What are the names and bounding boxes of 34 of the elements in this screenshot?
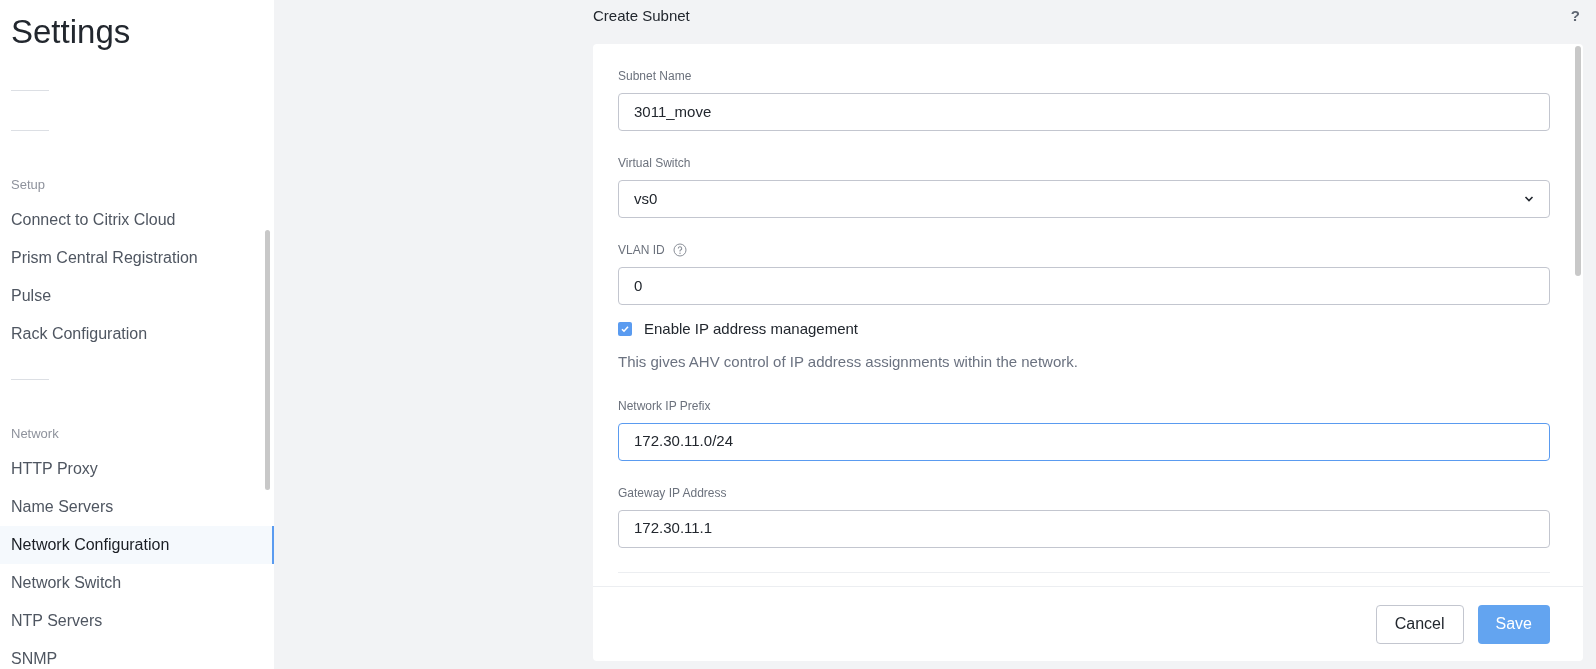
dialog-title: Create Subnet xyxy=(593,5,690,26)
sidebar-item[interactable]: Prism Central Registration xyxy=(0,239,274,277)
sidebar-item[interactable]: Name Servers xyxy=(0,488,274,526)
sidebar-item[interactable]: Connect to Citrix Cloud xyxy=(0,201,274,239)
checkbox[interactable] xyxy=(618,322,632,336)
field-label: Network IP Prefix xyxy=(618,397,711,415)
chevron-down-icon xyxy=(1524,196,1534,202)
scrollbar[interactable] xyxy=(1575,46,1581,276)
input-field[interactable]: 0 xyxy=(618,267,1550,305)
input-field[interactable]: 172.30.11.0/24 xyxy=(618,422,1550,461)
sidebar-item[interactable]: HTTP Proxy xyxy=(0,450,274,488)
section-heading: Setup xyxy=(10,176,46,193)
checkbox-label: Enable IP address management xyxy=(644,318,859,339)
sidebar-item[interactable]: NTP Servers xyxy=(0,602,274,640)
check-icon xyxy=(620,324,630,334)
select-field[interactable]: vs0 xyxy=(618,180,1550,218)
sidebar-item[interactable]: Rack Configuration xyxy=(0,315,274,353)
cancel-button[interactable]: Cancel xyxy=(1375,604,1464,644)
scrollbar[interactable] xyxy=(265,230,270,490)
sidebar-item[interactable]: Network Switch xyxy=(0,564,274,602)
sidebar-title: Settings xyxy=(10,12,132,52)
sidebar-item[interactable]: SNMP xyxy=(0,640,274,669)
field-label: Subnet Name xyxy=(618,68,692,85)
input-field[interactable]: 172.30.11.1 xyxy=(618,509,1550,548)
sidebar-item[interactable]: Pulse xyxy=(0,277,274,315)
field-label: VLAN ID xyxy=(618,242,665,259)
sidebar-item[interactable]: Network Configuration xyxy=(0,526,274,564)
field-label: Gateway IP Address xyxy=(618,484,727,502)
field-description: This gives AHV control of IP address assignments within the network. xyxy=(618,352,1079,372)
section-heading: Network xyxy=(10,425,60,442)
help-icon[interactable] xyxy=(672,243,687,257)
help-button[interactable]: ? xyxy=(1570,4,1583,28)
field-label: Virtual Switch xyxy=(618,155,691,172)
input-field[interactable]: 3011_move xyxy=(618,93,1550,131)
